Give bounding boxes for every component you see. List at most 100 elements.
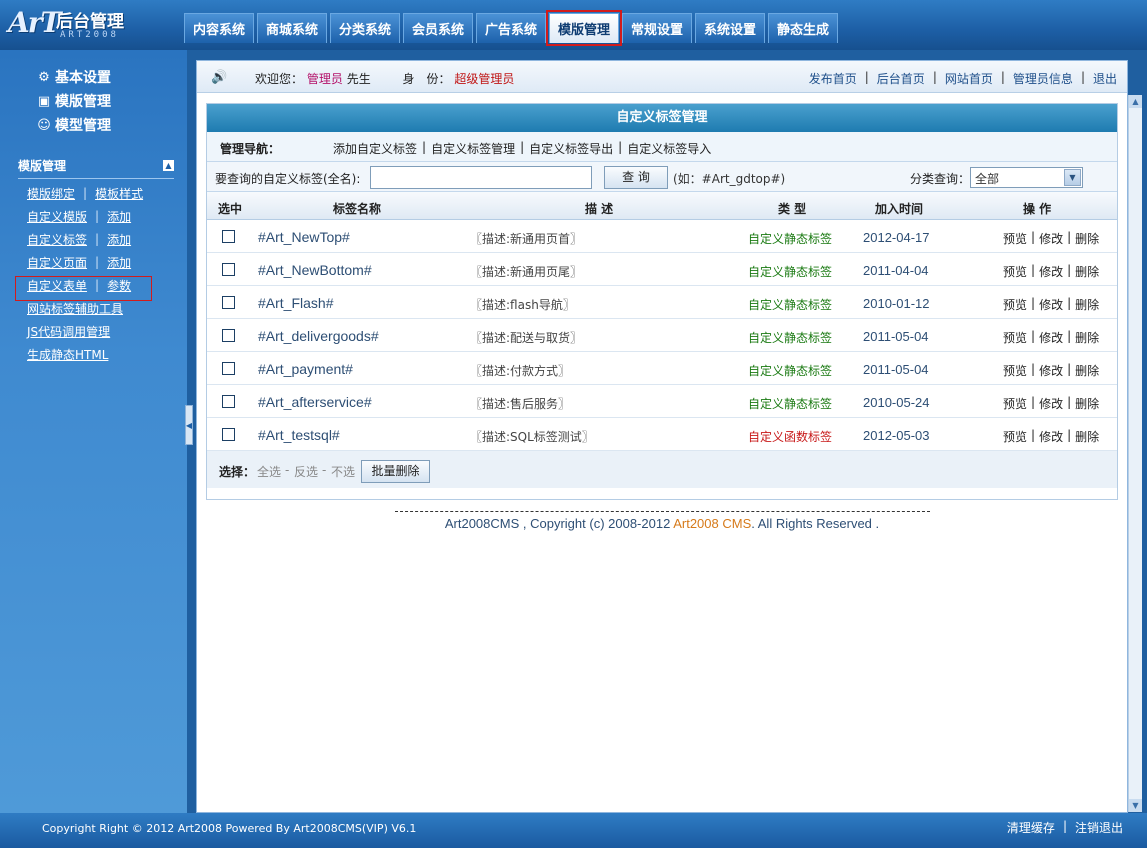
preview-link[interactable]: 预览 [1003,395,1027,412]
row-checkbox[interactable] [222,428,235,441]
sidebar-link-add-page[interactable]: 添加 [107,254,131,271]
edit-link[interactable]: 修改 [1039,362,1063,379]
tag-date: 2010-01-12 [863,296,930,311]
header-actions: 操 作 [1023,202,1052,216]
search-button[interactable]: 查 询 [604,166,668,189]
edit-link[interactable]: 修改 [1039,329,1063,346]
separator: | [932,70,937,84]
quick-link[interactable]: 发布首页 [809,70,857,87]
bulk-delete-button[interactable]: 批量删除 [361,460,430,483]
row-actions: 预览 | 修改 | 删除 [1003,230,1099,247]
separator: | [1067,263,1072,277]
row-actions: 预览 | 修改 | 删除 [1003,428,1099,445]
scroll-up-icon[interactable]: ▲ [1129,95,1142,108]
edit-link[interactable]: 修改 [1039,230,1063,247]
row-checkbox[interactable] [222,362,235,375]
delete-link[interactable]: 删除 [1075,395,1099,412]
sidebar-item-model-management[interactable]: ☺ 模型管理 [36,115,111,135]
sidebar-link-custom-tag[interactable]: 自定义标签 [27,231,87,248]
vertical-scrollbar[interactable]: ▲ ▼ [1128,95,1142,812]
tab-6[interactable]: 常规设置 [622,13,692,43]
separator: | [1080,70,1085,84]
tag-name: #Art_testsql# [258,427,340,443]
header-select: 选中 [218,202,243,216]
tab-1[interactable]: 商城系统 [257,13,327,43]
tag-type: 自定义静态标签 [748,298,833,312]
preview-link[interactable]: 预览 [1003,230,1027,247]
management-nav-link[interactable]: 自定义标签导出 [529,140,613,157]
sidebar-link-custom-page[interactable]: 自定义页面 [27,254,87,271]
tab-5[interactable]: 模版管理 [546,10,622,46]
select-invert-link[interactable]: 反选 [294,463,318,480]
tag-type: 自定义静态标签 [748,265,833,279]
preview-link[interactable]: 预览 [1003,428,1027,445]
search-input[interactable] [370,166,592,189]
sidebar-link-js-code[interactable]: JS代码调用管理 [27,323,110,340]
sidebar-toggle-handle[interactable]: ◀ [185,405,193,445]
tab-4[interactable]: 广告系统 [476,13,546,43]
tab-3[interactable]: 会员系统 [403,13,473,43]
delete-link[interactable]: 删除 [1075,428,1099,445]
tab-0[interactable]: 内容系统 [184,13,254,43]
quick-link[interactable]: 管理员信息 [1013,70,1073,87]
row-checkbox[interactable] [222,230,235,243]
tag-type: 自定义函数标签 [748,430,833,444]
delete-link[interactable]: 删除 [1075,230,1099,247]
clear-cache-link[interactable]: 清理缓存 [1007,819,1055,836]
preview-link[interactable]: 预览 [1003,296,1027,313]
tag-name: #Art_NewBottom# [258,262,372,278]
edit-link[interactable]: 修改 [1039,395,1063,412]
tab-2[interactable]: 分类系统 [330,13,400,43]
sidebar-link-add-tag[interactable]: 添加 [107,231,131,248]
management-nav-links: 添加自定义标签 | 自定义标签管理 | 自定义标签导出 | 自定义标签导入 [333,140,711,157]
row-checkbox[interactable] [222,395,235,408]
scroll-down-icon[interactable]: ▼ [1129,799,1142,812]
management-nav-link[interactable]: 自定义标签导入 [627,140,711,157]
edit-link[interactable]: 修改 [1039,428,1063,445]
logout-link[interactable]: 注销退出 [1075,819,1123,836]
row-checkbox[interactable] [222,263,235,276]
edit-link[interactable]: 修改 [1039,296,1063,313]
quick-link[interactable]: 网站首页 [945,70,993,87]
delete-link[interactable]: 删除 [1075,362,1099,379]
row-checkbox[interactable] [222,329,235,342]
panel-title: 自定义标签管理 [207,104,1117,132]
sidebar-link-add-template[interactable]: 添加 [107,208,131,225]
copyright-pre: Art2008CMS , Copyright (c) 2008-2012 [444,516,674,531]
select-none-link[interactable]: 不选 [331,463,355,480]
management-nav-link[interactable]: 自定义标签管理 [431,140,515,157]
sidebar-item-template-management[interactable]: ▣ 模版管理 [36,91,111,111]
preview-link[interactable]: 预览 [1003,362,1027,379]
sidebar-link-custom-template[interactable]: 自定义模版 [27,208,87,225]
tag-description: 〖描述:flash导航〗 [470,298,575,312]
delete-link[interactable]: 删除 [1075,296,1099,313]
select-all-link[interactable]: 全选 [257,463,281,480]
sidebar-link-form-params[interactable]: 参数 [107,277,131,294]
sidebar-link-template-style[interactable]: 模板样式 [95,185,143,202]
collapse-icon[interactable]: ▲ [163,160,174,171]
tab-7[interactable]: 系统设置 [695,13,765,43]
quick-link[interactable]: 后台首页 [877,70,925,87]
category-select[interactable]: 全部 ▼ [970,167,1083,188]
delete-link[interactable]: 删除 [1075,329,1099,346]
management-nav-link[interactable]: 添加自定义标签 [333,140,417,157]
tab-8[interactable]: 静态生成 [768,13,838,43]
sidebar-link-template-bind[interactable]: 模版绑定 [27,185,75,202]
divider [394,511,930,512]
sidebar-link-generate-html[interactable]: 生成静态HTML [27,346,108,363]
preview-link[interactable]: 预览 [1003,329,1027,346]
tag-date: 2010-05-24 [863,395,930,410]
row-checkbox[interactable] [222,296,235,309]
preview-link[interactable]: 预览 [1003,263,1027,280]
edit-link[interactable]: 修改 [1039,263,1063,280]
sidebar-link-tag-helper[interactable]: 网站标签辅助工具 [27,300,123,317]
quick-link[interactable]: 退出 [1093,70,1117,87]
sidebar-link-custom-form[interactable]: 自定义表单 [27,277,87,294]
sidebar-section-header: 模版管理 ▲ [18,157,174,179]
tag-name: #Art_delivergoods# [258,328,379,344]
separator: | [95,278,100,292]
delete-link[interactable]: 删除 [1075,263,1099,280]
sidebar-item-basic-settings[interactable]: ⚙ 基本设置 [36,67,111,87]
table-row: #Art_delivergoods# 〖描述:配送与取货〗 自定义静态标签 2011-… [207,319,1117,352]
sidebar-link-row: 自定义表单 | 参数 [27,276,131,294]
